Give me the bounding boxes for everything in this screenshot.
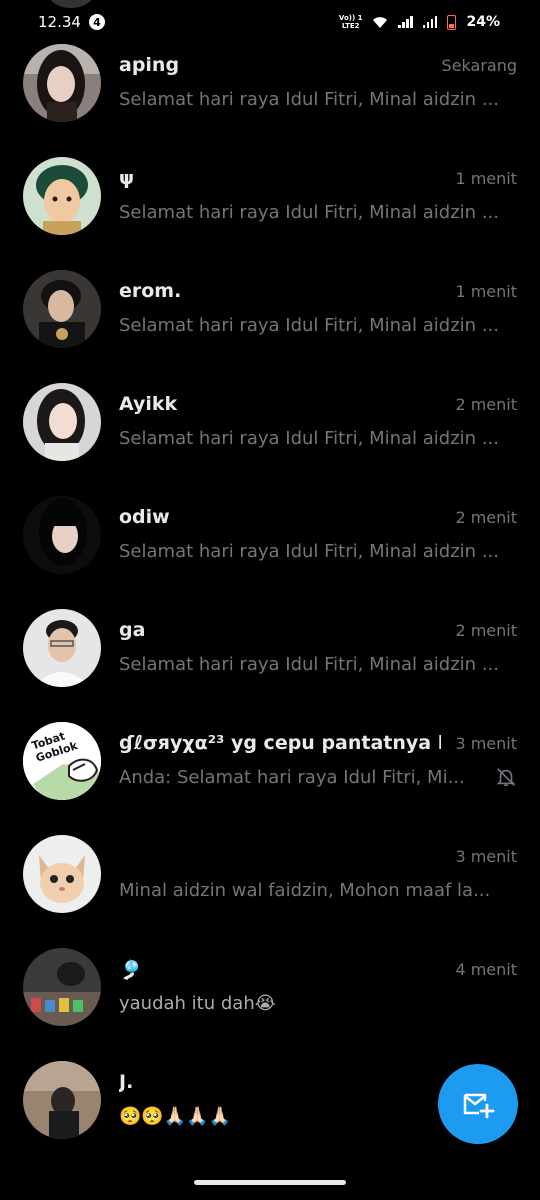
message-preview: yaudah itu dah😭 — [119, 993, 276, 1014]
conversation-name: Ayikk — [119, 393, 178, 415]
battery-icon — [447, 14, 457, 30]
message-preview: Selamat hari raya Idul Fitri, Minal aidz… — [119, 541, 499, 562]
conversation-time: 2 menit — [455, 508, 517, 527]
conversation-time: Sekarang — [441, 56, 517, 75]
conversation-row[interactable]: Tobat Goblok ɠℓσяуχα²³ yg cepu pantatnya… — [0, 722, 540, 835]
avatar[interactable] — [23, 383, 101, 461]
avatar[interactable] — [23, 157, 101, 235]
message-preview: Selamat hari raya Idul Fitri, Minal aidz… — [119, 89, 499, 110]
conversation-name: aping — [119, 54, 180, 76]
conversation-row[interactable]: ψ 1 menit Selamat hari raya Idul Fitri, … — [0, 157, 540, 270]
message-preview: Selamat hari raya Idul Fitri, Minal aidz… — [119, 428, 499, 449]
conversation-name: ɠℓσяуχα²³ yg cepu pantatnya bi... — [119, 732, 441, 754]
message-preview: Minal aidzin wal faidzin, Mohon maaf la.… — [119, 880, 491, 901]
conversation-row[interactable]: 3 menit Minal aidzin wal faidzin, Mohon … — [0, 835, 540, 948]
wifi-icon — [373, 16, 388, 28]
conversation-row[interactable]: odiw 2 menit Selamat hari raya Idul Fitr… — [0, 496, 540, 609]
conversation-name: J. — [119, 1071, 134, 1093]
avatar[interactable] — [23, 835, 101, 913]
bell-slash-icon — [496, 768, 516, 787]
message-preview: 🥺🥺🙏🏻🙏🏻🙏🏻 — [119, 1106, 232, 1127]
conversation-name: ga — [119, 619, 146, 641]
conversation-time: 2 menit — [455, 621, 517, 640]
conversation-name: odiw — [119, 506, 170, 528]
message-preview: Anda: Selamat hari raya Idul Fitri, Mi..… — [119, 767, 465, 788]
avatar[interactable]: Tobat Goblok — [23, 722, 101, 800]
conversation-row[interactable]: Ayikk 2 menit Selamat hari raya Idul Fit… — [0, 383, 540, 496]
conversation-name: erom. — [119, 280, 182, 302]
avatar[interactable] — [23, 609, 101, 687]
conversation-row[interactable]: ga 2 menit Selamat hari raya Idul Fitri,… — [0, 609, 540, 722]
conversation-time: 4 menit — [455, 960, 517, 979]
conversation-name: 🎐 — [119, 959, 143, 981]
new-message-icon — [463, 1093, 495, 1119]
conversation-time: 3 menit — [455, 734, 517, 753]
conversation-time: 1 menit — [455, 282, 517, 301]
conversation-row[interactable]: 🎐 4 menit yaudah itu dah😭 — [0, 948, 540, 1061]
message-preview: Selamat hari raya Idul Fitri, Minal aidz… — [119, 654, 499, 675]
avatar[interactable] — [23, 496, 101, 574]
status-bar: 12.34 4 Vo)) 1 LTE2 24% — [0, 0, 540, 44]
conversation-list: aping Sekarang Selamat hari raya Idul Fi… — [0, 44, 540, 1174]
avatar[interactable] — [23, 948, 101, 1026]
conversation-row[interactable]: erom. 1 menit Selamat hari raya Idul Fit… — [0, 270, 540, 383]
notification-count-badge: 4 — [88, 14, 105, 30]
new-message-button[interactable] — [438, 1064, 518, 1144]
signal-2-icon — [422, 16, 438, 28]
conversation-time: 1 menit — [455, 169, 517, 188]
home-gesture-bar[interactable] — [194, 1180, 346, 1185]
avatar[interactable] — [23, 1061, 101, 1139]
avatar[interactable] — [23, 44, 101, 122]
status-time: 12.34 — [38, 13, 81, 31]
conversation-time: 2 menit — [455, 395, 517, 414]
volte-indicator: Vo)) 1 LTE2 — [338, 14, 363, 30]
message-preview: Selamat hari raya Idul Fitri, Minal aidz… — [119, 202, 499, 223]
battery-level: 24% — [466, 14, 500, 30]
conversation-row[interactable]: aping Sekarang Selamat hari raya Idul Fi… — [0, 44, 540, 157]
avatar[interactable] — [23, 270, 101, 348]
conversation-name: ψ — [119, 167, 135, 189]
conversation-time: 3 menit — [455, 847, 517, 866]
message-preview: Selamat hari raya Idul Fitri, Minal aidz… — [119, 315, 499, 336]
signal-1-icon — [398, 16, 413, 28]
